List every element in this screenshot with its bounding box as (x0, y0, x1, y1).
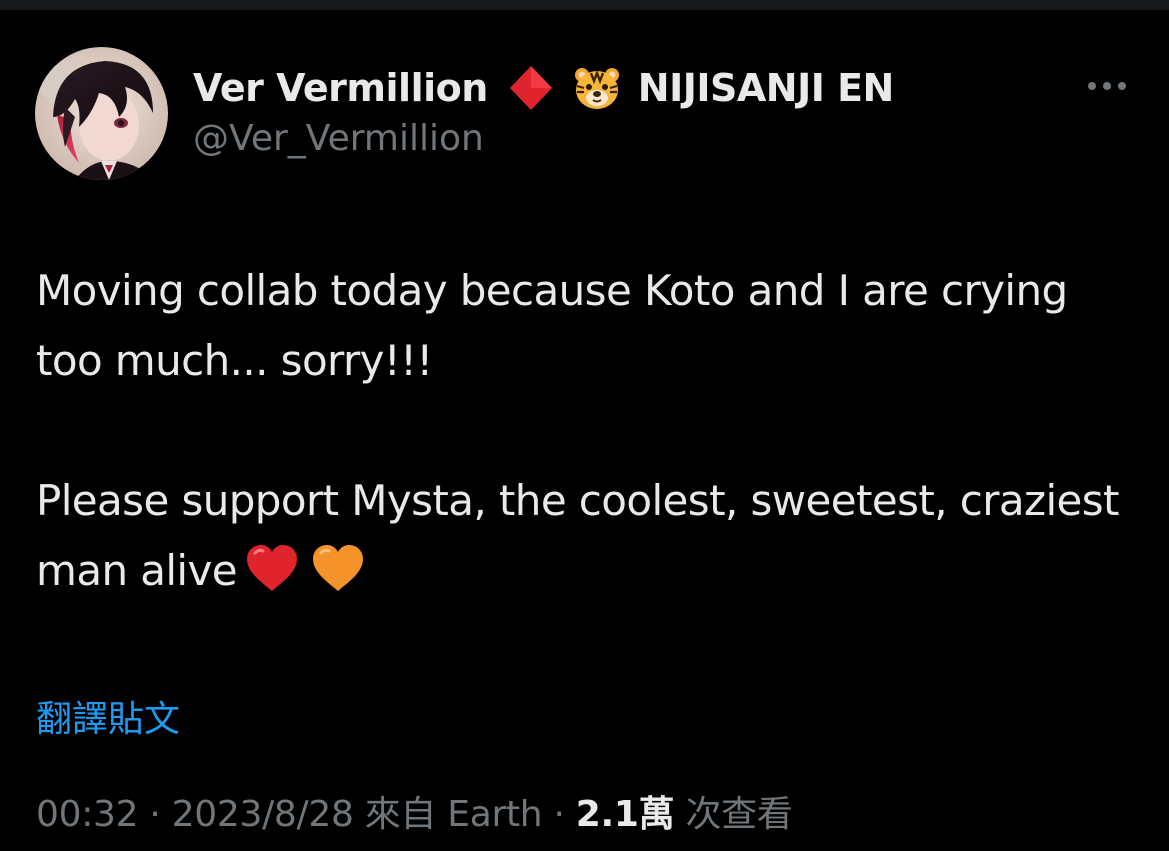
more-horizontal-icon-dot (1088, 82, 1096, 90)
meta-separator: · (138, 794, 172, 835)
views-count[interactable]: 2.1萬 (576, 794, 675, 835)
author-affiliation: NIJISANJI EN (637, 66, 895, 110)
author-avatar[interactable] (35, 47, 168, 180)
translate-post-link[interactable]: 翻譯貼文 (36, 690, 180, 742)
source-prefix: 來自 (353, 794, 448, 835)
red-diamond-icon (506, 64, 556, 112)
more-horizontal-icon-dot (1103, 82, 1111, 90)
tweet-date[interactable]: 2023/8/28 (172, 794, 354, 835)
tiger-face-icon (572, 64, 622, 112)
tweet-source: Earth (447, 794, 543, 835)
author-display-name[interactable]: Ver Vermillion (193, 66, 488, 110)
top-divider (0, 0, 1169, 10)
tweet-time[interactable]: 00:32 (36, 794, 139, 835)
tweet-paragraph-2-text: Please support Mysta, the coolest, sweet… (36, 476, 1120, 595)
tweet-body: Moving collab today because Koto and I a… (36, 256, 1126, 606)
tweet-metadata: 00:32 · 2023/8/28 來自 Earth · 2.1萬 次查看 (36, 785, 793, 837)
author-handle[interactable]: @Ver_Vermillion (193, 118, 484, 159)
views-label: 次查看 (674, 794, 793, 835)
avatar-illustration (35, 47, 168, 180)
more-options-button[interactable] (1080, 74, 1134, 98)
author-name-row: Ver Vermillion NIJISANJI EN (193, 64, 894, 112)
tweet-paragraph-2: Please support Mysta, the coolest, sweet… (36, 466, 1126, 606)
more-horizontal-icon-dot (1118, 82, 1126, 90)
meta-separator: · (542, 794, 576, 835)
tweet-paragraph-1: Moving collab today because Koto and I a… (36, 266, 1068, 385)
orange-heart-icon (309, 543, 367, 593)
red-heart-icon (243, 543, 301, 593)
tweet: Ver Vermillion NIJISANJI EN @Ver_Vermill… (0, 10, 1169, 851)
